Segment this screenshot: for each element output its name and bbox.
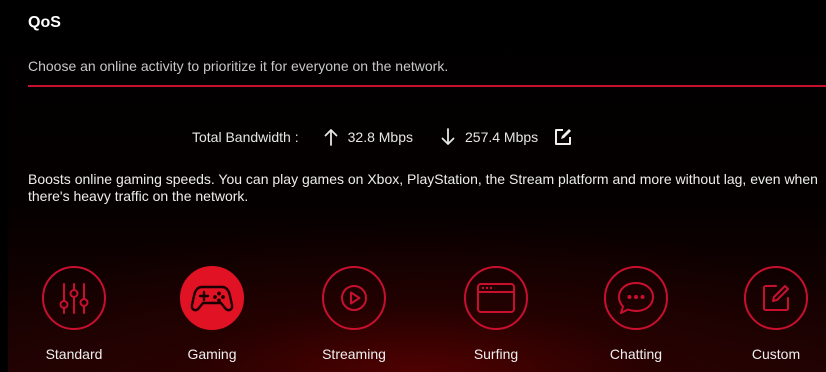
browser-icon xyxy=(477,283,515,313)
arrow-down-icon xyxy=(441,128,455,146)
mode-custom-label: Custom xyxy=(751,346,801,362)
download-bandwidth-value: 257.4 Mbps xyxy=(465,129,539,145)
page-subtitle: Choose an online activity to prioritize … xyxy=(28,58,449,74)
mode-custom[interactable]: Custom xyxy=(723,258,826,372)
arrow-up-icon xyxy=(324,128,338,146)
mode-gaming-label: Gaming xyxy=(187,346,237,362)
gamepad-icon xyxy=(190,285,234,312)
mode-streaming-label: Streaming xyxy=(322,346,386,362)
page-title: QoS xyxy=(28,14,61,31)
qos-mode-selector: Standard Gaming Streaming Surfing Chatti… xyxy=(8,258,826,372)
upload-bandwidth-value: 32.8 Mbps xyxy=(347,129,413,145)
mode-gaming-circle xyxy=(180,266,244,330)
title-divider xyxy=(28,85,826,87)
mode-custom-circle xyxy=(744,266,808,330)
qos-panel: QoS Choose an online activity to priorit… xyxy=(8,0,826,372)
mode-surfing[interactable]: Surfing xyxy=(443,258,553,372)
mode-surfing-label: Surfing xyxy=(473,346,519,362)
sliders-icon xyxy=(59,283,89,314)
mode-standard-circle xyxy=(42,266,106,330)
play-icon xyxy=(341,285,367,311)
mode-surfing-circle xyxy=(464,266,528,330)
edit-icon xyxy=(763,285,789,311)
chat-bubble-icon xyxy=(618,282,654,314)
mode-gaming[interactable]: Gaming xyxy=(159,258,269,372)
mode-standard[interactable]: Standard xyxy=(21,258,131,372)
bandwidth-summary: Total Bandwidth : 32.8 Mbps 257.4 Mbps xyxy=(192,125,574,149)
edit-bandwidth-button[interactable] xyxy=(552,126,574,148)
mode-standard-label: Standard xyxy=(45,346,103,362)
mode-chatting-label: Chatting xyxy=(609,346,663,362)
mode-chatting-circle xyxy=(604,266,668,330)
mode-streaming[interactable]: Streaming xyxy=(301,258,411,372)
mode-description: Boosts online gaming speeds. You can pla… xyxy=(28,171,818,204)
mode-streaming-circle xyxy=(322,266,386,330)
bandwidth-label: Total Bandwidth : xyxy=(192,129,299,145)
mode-chatting[interactable]: Chatting xyxy=(583,258,693,372)
edit-icon xyxy=(555,129,572,145)
